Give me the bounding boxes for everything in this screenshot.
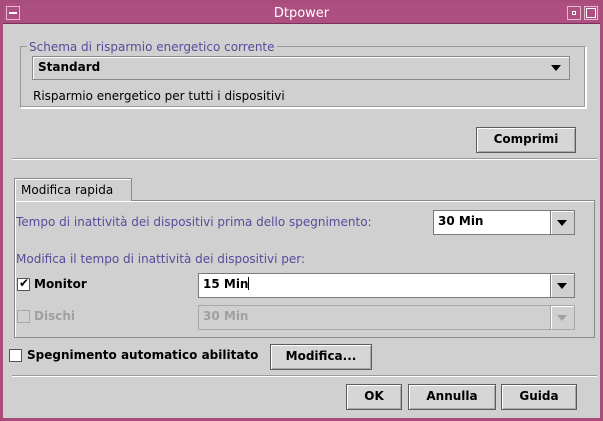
idle-time-label: Tempo di inattività dei dispositivi prim… [16,215,372,229]
auto-shutdown-checkbox[interactable] [9,349,22,362]
scheme-legend: Schema di risparmio energetico corrente [27,40,277,54]
scheme-select[interactable]: Standard [32,56,570,80]
tab-quick-edit-label: Modifica rapida [21,183,114,197]
collapse-button[interactable]: Comprimi [476,127,576,153]
help-button[interactable]: Guida [501,384,577,410]
monitor-checkbox[interactable] [17,276,30,291]
title-bar[interactable]: Dtpower [3,3,600,24]
auto-shutdown-label: Spegnimento automatico abilitato [27,348,259,362]
disks-time-value: 30 Min [203,309,249,323]
monitor-time-value: 15 Min [203,277,250,291]
chevron-down-icon[interactable] [550,211,574,234]
minimize-icon[interactable] [567,6,581,20]
tab-quick-edit[interactable]: Modifica rapida [14,178,132,201]
idle-time-value: 30 Min [438,214,484,228]
ok-button[interactable]: OK [346,384,402,410]
maximize-icon[interactable] [584,6,598,20]
scheme-selected: Standard [38,60,101,74]
monitor-time-input[interactable]: 15 Min [198,273,575,298]
window-title: Dtpower [273,6,330,21]
scheme-description: Risparmio energetico per tutti i disposi… [33,89,285,103]
disks-label: Dischi [34,309,75,323]
disks-checkbox[interactable] [17,310,30,323]
cancel-button[interactable]: Annulla [408,384,496,410]
separator [12,375,597,377]
modify-button[interactable]: Modifica... [270,344,372,370]
idle-time-select[interactable]: 30 Min [433,210,575,235]
disks-time-input[interactable]: 30 Min [198,305,575,330]
chevron-down-icon[interactable] [550,274,574,297]
chevron-down-icon [547,57,565,79]
chevron-down-icon[interactable] [550,306,574,329]
separator [12,158,597,160]
dtpower-window: Dtpower Schema di risparmio energetico c… [0,0,603,421]
monitor-label: Monitor [34,277,87,291]
per-device-label: Modifica il tempo di inattività dei disp… [16,252,306,266]
